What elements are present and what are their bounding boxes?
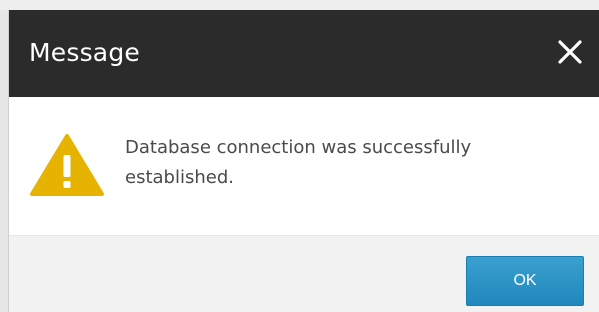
dialog-message: Database connection was successfully est… (125, 137, 472, 188)
backdrop-top (0, 0, 599, 10)
dialog-title: Message (29, 38, 140, 67)
close-button[interactable] (550, 32, 590, 72)
dialog-footer: OK (9, 235, 599, 312)
dialog-title-bar: Message (9, 10, 599, 97)
dialog-body: Database connection was successfully est… (9, 97, 599, 235)
message-dialog: Message Database connection was successf… (8, 10, 599, 312)
warning-triangle-icon (29, 133, 105, 197)
close-icon (558, 40, 582, 64)
ok-button[interactable]: OK (466, 256, 584, 306)
